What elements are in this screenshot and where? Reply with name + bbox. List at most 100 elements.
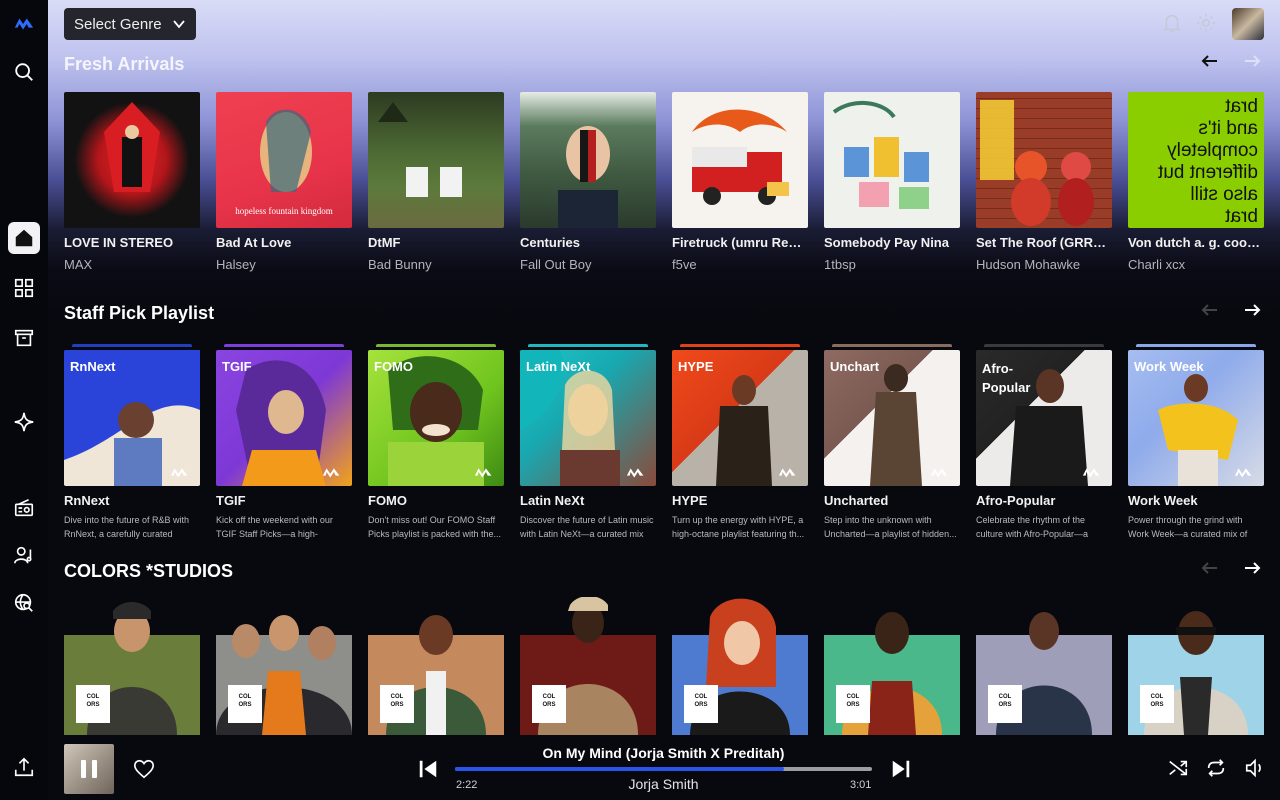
- album-cover: [368, 92, 504, 228]
- heart-icon[interactable]: [133, 758, 155, 780]
- colors-badge: COL ORS: [836, 685, 870, 723]
- svg-text:different but: different but: [1157, 162, 1258, 183]
- progress-fill: [455, 767, 785, 771]
- colors-card[interactable]: COL ORS: [64, 602, 200, 735]
- playlist-tag: Afro-Popular: [982, 361, 1031, 395]
- avatar[interactable]: [1232, 8, 1264, 40]
- playlist-cover: TGIF: [216, 350, 352, 486]
- album-artist[interactable]: Halsey: [216, 257, 352, 272]
- track-artist[interactable]: Jorja Smith: [455, 776, 872, 792]
- colors-card[interactable]: COL ORS: [216, 615, 352, 735]
- album-card[interactable]: brat and it's completely different but also …: [1128, 92, 1264, 272]
- album-cover: [520, 92, 656, 228]
- album-card[interactable]: DtMF Bad Bunny: [368, 92, 504, 272]
- arrow-left-icon[interactable]: [1200, 558, 1220, 578]
- album-artist[interactable]: MAX: [64, 257, 200, 272]
- search-icon[interactable]: [8, 56, 40, 88]
- album-cover: brat and it's completely different but also …: [1128, 92, 1264, 228]
- upload-icon[interactable]: [8, 751, 40, 783]
- playlist-card[interactable]: Work Week Work Week Power through the gr…: [1128, 344, 1264, 541]
- playlist-card[interactable]: HYPE HYPE Turn up the energy with HYPE, …: [672, 344, 808, 541]
- album-artist[interactable]: 1tbsp: [824, 257, 960, 272]
- colors-badge: COL ORS: [380, 685, 414, 723]
- album-cover: [64, 92, 200, 228]
- bell-icon[interactable]: [1161, 12, 1183, 34]
- progress-bar[interactable]: [455, 767, 872, 771]
- colors-card[interactable]: COL ORS: [368, 615, 504, 735]
- playlist-tag: Latin NeXt: [526, 359, 591, 374]
- genre-select[interactable]: Select Genre: [64, 8, 196, 40]
- arrow-left-icon[interactable]: [1200, 51, 1220, 71]
- arrow-left-icon[interactable]: [1200, 300, 1220, 320]
- album-card[interactable]: Somebody Pay Nina 1tbsp: [824, 92, 960, 272]
- playlist-card[interactable]: FOMO FOMO Don't miss out! Our FOMO Staff…: [368, 344, 504, 541]
- album-card[interactable]: Firetruck (umru Remix) f5ve: [672, 92, 808, 272]
- playlist-cover: Work Week: [1128, 350, 1264, 486]
- brand-logo-icon: [322, 468, 340, 478]
- gear-icon[interactable]: [1195, 12, 1217, 34]
- playlist-title: FOMO: [368, 493, 407, 508]
- playlist-card[interactable]: Latin NeXt Latin NeXt Discover the futur…: [520, 344, 656, 541]
- playlist-card[interactable]: RnNext RnNext Dive into the future of R&…: [64, 344, 200, 541]
- brand-logo-icon: [930, 468, 948, 478]
- chevron-down-icon: [173, 20, 185, 29]
- playlist-card[interactable]: TGIF TGIF Kick off the weekend with our …: [216, 344, 352, 541]
- colors-card[interactable]: COL ORS: [520, 597, 656, 735]
- radio-icon[interactable]: [8, 492, 40, 524]
- album-artist[interactable]: Charli xcx: [1128, 257, 1264, 272]
- staff-pick-title: Staff Pick Playlist: [64, 303, 215, 323]
- globe-search-icon[interactable]: [8, 587, 40, 619]
- album-artist[interactable]: Bad Bunny: [368, 257, 504, 272]
- playlist-stack: [376, 344, 496, 347]
- album-artist[interactable]: Hudson Mohawke: [976, 257, 1112, 272]
- logo-icon[interactable]: [8, 8, 40, 40]
- pause-icon[interactable]: [77, 757, 101, 781]
- svg-text:brat: brat: [1225, 206, 1258, 227]
- album-card[interactable]: Centuries Fall Out Boy: [520, 92, 656, 272]
- playlist-description: Celebrate the rhythm of the culture with…: [976, 515, 1089, 539]
- colors-badge: COL ORS: [532, 685, 566, 723]
- playlist-card[interactable]: Unchart Uncharted Step into the unknown …: [824, 344, 960, 541]
- playlist-stack: [680, 344, 800, 347]
- volume-icon[interactable]: [1244, 757, 1266, 779]
- colors-card[interactable]: COL ORS: [976, 612, 1112, 735]
- repeat-icon[interactable]: [1205, 757, 1227, 779]
- colors-card[interactable]: COL ORS: [1128, 611, 1264, 735]
- artist-icon[interactable]: [8, 539, 40, 571]
- playlist-tag: TGIF: [222, 359, 252, 374]
- arrow-right-icon[interactable]: [1242, 558, 1262, 578]
- playlist-description: Dive into the future of R&B with RnNext,…: [64, 515, 190, 539]
- album-cover: [824, 92, 960, 228]
- playlist-cover: HYPE: [672, 350, 808, 486]
- grid-icon[interactable]: [8, 272, 40, 304]
- album-title: LOVE IN STEREO: [64, 235, 174, 250]
- track-title: On My Mind (Jorja Smith X Preditah): [542, 745, 785, 761]
- album-artist[interactable]: Fall Out Boy: [520, 257, 656, 272]
- album-cover: [976, 92, 1112, 228]
- album-cover: [672, 92, 808, 228]
- album-card[interactable]: Set The Roof (GRRL Remix) Hudson Mohawke: [976, 92, 1112, 272]
- colors-card[interactable]: COL ORS: [824, 612, 960, 735]
- album-card[interactable]: hopeless fountain kingdom Bad At Love Ha…: [216, 92, 352, 272]
- brand-logo-icon: [778, 468, 796, 478]
- colors-card[interactable]: COL ORS: [672, 598, 808, 735]
- playlist-title: Afro-Popular: [976, 493, 1056, 508]
- archive-icon[interactable]: [8, 322, 40, 354]
- playlist-description: Turn up the energy with HYPE, a high-oct…: [672, 515, 805, 539]
- album-title: DtMF: [368, 235, 401, 250]
- arrow-right-icon[interactable]: [1242, 51, 1262, 71]
- playlist-stack: [832, 344, 952, 347]
- playlist-description: Don't miss out! Our FOMO Staff Picks pla…: [368, 515, 502, 539]
- previous-icon[interactable]: [417, 758, 439, 780]
- sparkle-icon[interactable]: [8, 406, 40, 438]
- playlist-stack: [1136, 344, 1256, 347]
- home-icon[interactable]: [8, 222, 40, 254]
- arrow-right-icon[interactable]: [1242, 300, 1262, 320]
- playlist-description: Step into the unknown with Uncharted—a p…: [824, 515, 957, 539]
- shuffle-icon[interactable]: [1167, 757, 1189, 779]
- playlist-card[interactable]: Afro-Popular Afro-Popular Celebrate the …: [976, 344, 1112, 541]
- next-icon[interactable]: [890, 758, 912, 780]
- album-artist[interactable]: f5ve: [672, 257, 808, 272]
- album-card[interactable]: LOVE IN STEREO MAX: [64, 92, 200, 272]
- playlist-description: Discover the future of Latin music with …: [520, 515, 654, 539]
